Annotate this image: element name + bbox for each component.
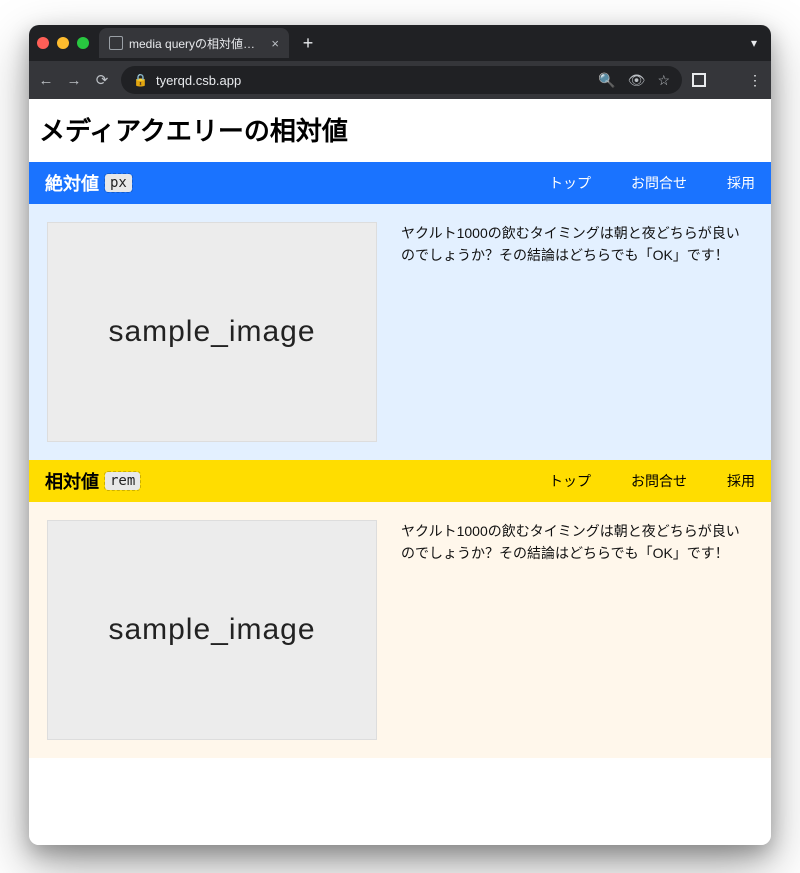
unit-chip-rem: rem (105, 472, 140, 490)
page-title: メディアクエリーの相対値 (29, 99, 771, 162)
unit-chip-px: px (105, 174, 132, 192)
nav-link-top[interactable]: トップ (549, 173, 591, 193)
nav-link-recruit[interactable]: 採用 (727, 173, 755, 193)
sample-image-text: sample_image (108, 315, 315, 349)
lock-icon: 🔒 (133, 73, 148, 87)
close-window-icon[interactable] (37, 37, 49, 49)
reload-icon[interactable]: ⟳ (93, 71, 111, 89)
address-bar[interactable]: 🔒 tyerqd.csb.app 🔍 👁 ☆ (121, 66, 682, 94)
star-icon[interactable]: ☆ (657, 72, 670, 89)
maximize-window-icon[interactable] (77, 37, 89, 49)
address-bar-icons: 🔍 👁 ☆ (598, 72, 670, 89)
browser-toolbar: ← → ⟳ 🔒 tyerqd.csb.app 🔍 👁 ☆ ⋮ (29, 61, 771, 99)
section-header-absolute: 絶対値 px トップ お問合せ 採用 (29, 162, 771, 204)
browser-window: media queryの相対値実装サンプ × + ▾ ← → ⟳ 🔒 tyerq… (29, 25, 771, 845)
new-tab-button[interactable]: + (295, 30, 321, 56)
section-label-relative: 相対値 (45, 468, 99, 494)
nav-link-contact[interactable]: お問合せ (631, 471, 687, 491)
nav-link-contact[interactable]: お問合せ (631, 173, 687, 193)
sample-image-placeholder: sample_image (47, 222, 377, 442)
section-body-relative: sample_image ヤクルト1000の飲むタイミングは朝と夜どちらが良いの… (29, 502, 771, 758)
tab-strip: media queryの相対値実装サンプ × + ▾ (29, 25, 771, 61)
eye-off-icon[interactable]: 👁 (628, 72, 646, 89)
forward-icon[interactable]: → (65, 72, 83, 89)
section-label-absolute: 絶対値 (45, 170, 99, 196)
favicon-icon (109, 36, 123, 50)
sample-image-text: sample_image (108, 613, 315, 647)
section-body-text-relative: ヤクルト1000の飲むタイミングは朝と夜どちらが良いのでしょうか？その結論はどち… (401, 520, 753, 565)
section-body-text-absolute: ヤクルト1000の飲むタイミングは朝と夜どちらが良いのでしょうか？その結論はどち… (401, 222, 753, 267)
search-icon[interactable]: 🔍 (598, 72, 615, 89)
extensions-icon[interactable] (692, 73, 706, 87)
window-controls (37, 37, 89, 49)
menu-icon[interactable]: ⋮ (748, 72, 763, 89)
sample-image-placeholder: sample_image (47, 520, 377, 740)
browser-tab[interactable]: media queryの相対値実装サンプ × (99, 28, 289, 58)
section-header-relative: 相対値 rem トップ お問合せ 採用 (29, 460, 771, 502)
section-body-absolute: sample_image ヤクルト1000の飲むタイミングは朝と夜どちらが良いの… (29, 204, 771, 460)
nav-link-recruit[interactable]: 採用 (727, 471, 755, 491)
back-icon[interactable]: ← (37, 72, 55, 89)
minimize-window-icon[interactable] (57, 37, 69, 49)
chevron-down-icon[interactable]: ▾ (745, 36, 763, 50)
url-text: tyerqd.csb.app (156, 73, 241, 88)
tab-title: media queryの相対値実装サンプ (129, 35, 265, 52)
nav-links-absolute: トップ お問合せ 採用 (549, 173, 755, 193)
nav-link-top[interactable]: トップ (549, 471, 591, 491)
close-tab-icon[interactable]: × (271, 36, 279, 51)
nav-links-relative: トップ お問合せ 採用 (549, 471, 755, 491)
page-content: メディアクエリーの相対値 絶対値 px トップ お問合せ 採用 sample_i… (29, 99, 771, 845)
